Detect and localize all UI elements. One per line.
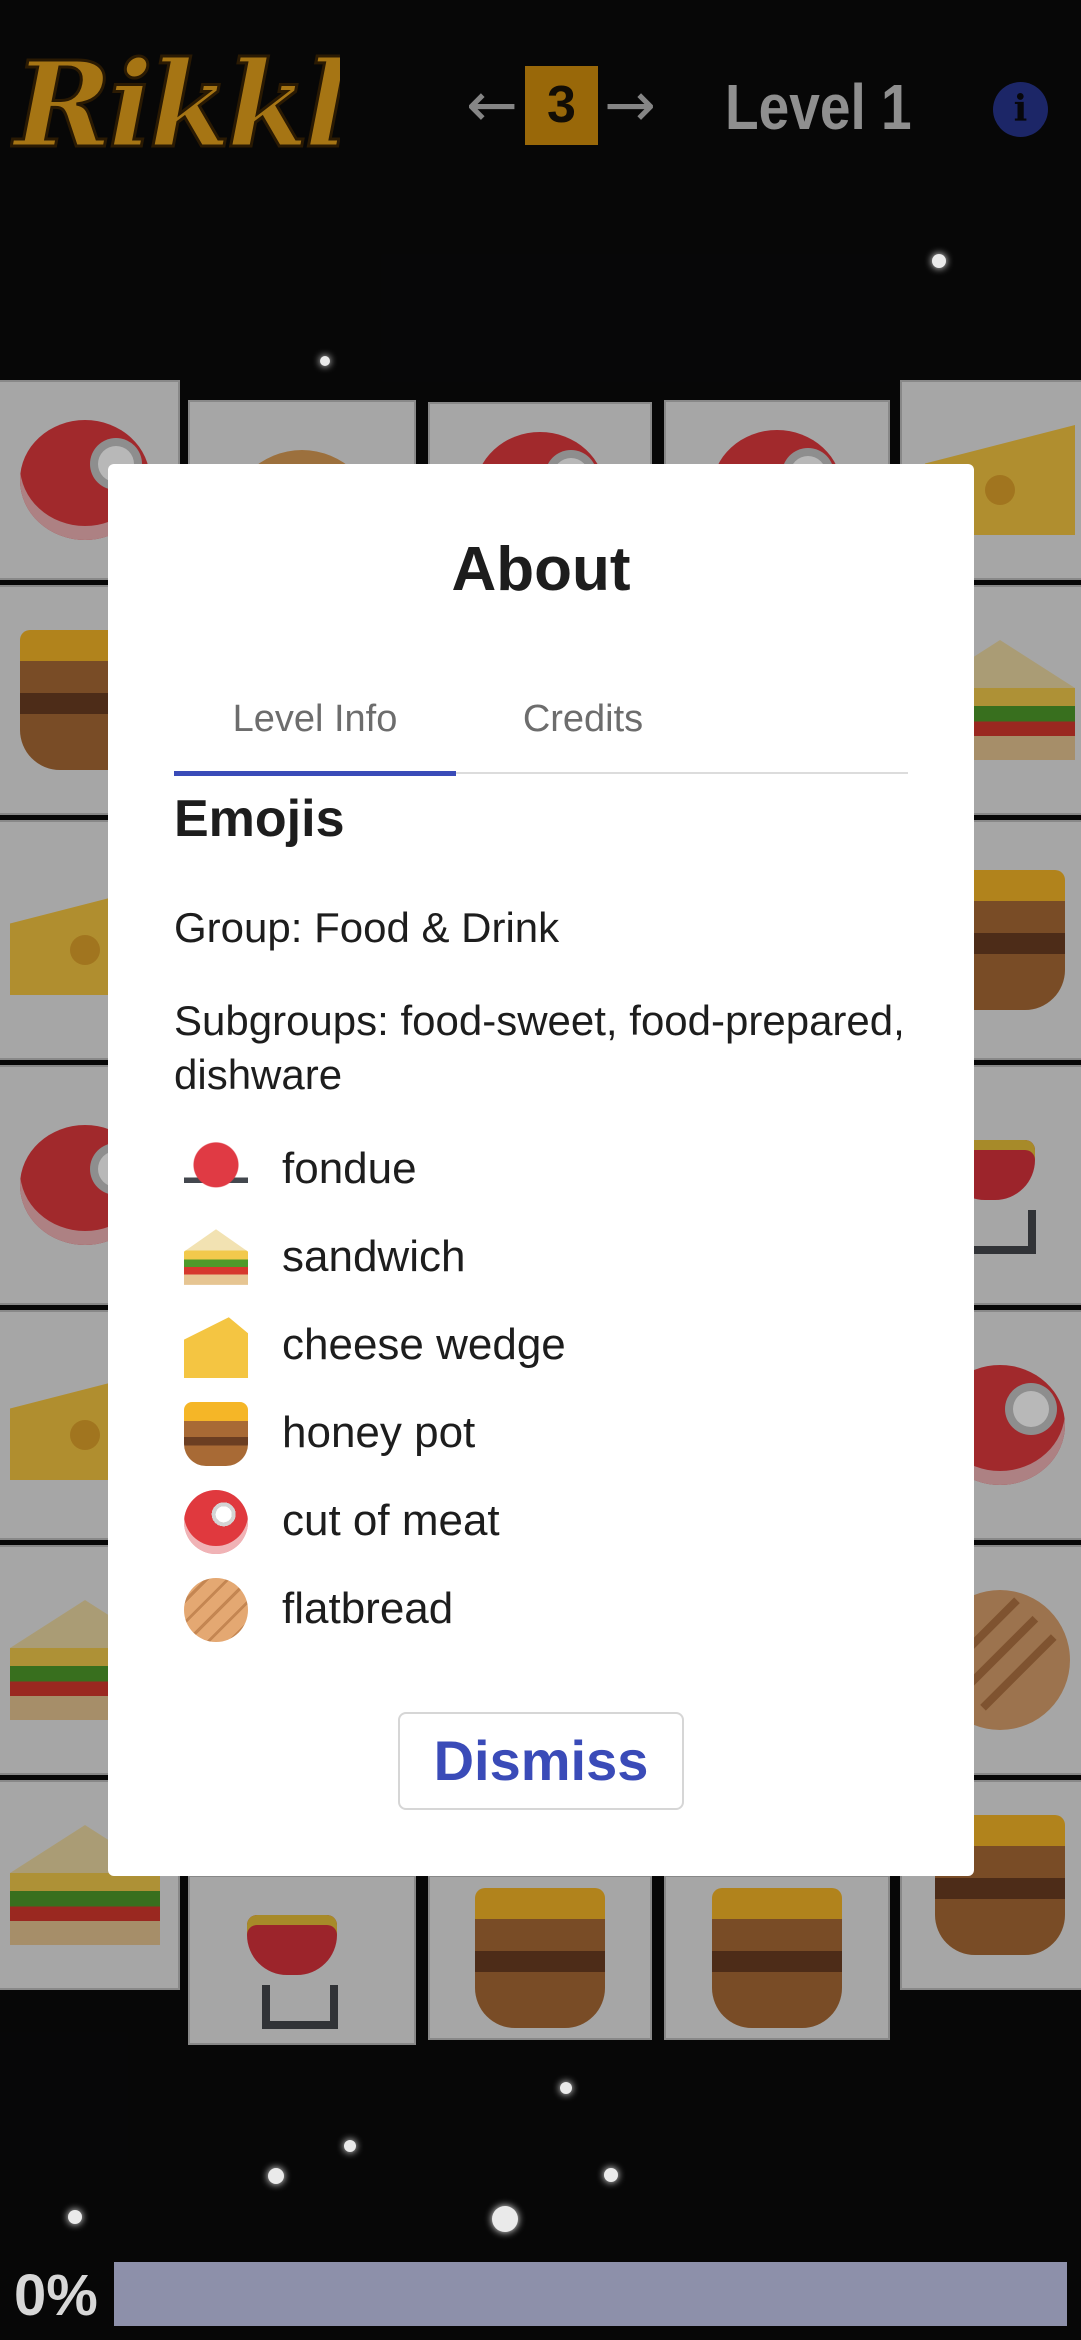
star-particle (344, 2140, 356, 2152)
star-particle (560, 2082, 572, 2094)
dialog-tabs: Level Info Credits (174, 664, 908, 776)
emoji-label: cut of meat (282, 1496, 500, 1545)
fondue-icon (184, 1138, 248, 1202)
star-particle (492, 2206, 518, 2232)
tab-level-info[interactable]: Level Info (174, 664, 456, 776)
tab-credits[interactable]: Credits (456, 664, 710, 774)
cheese-wedge-icon (184, 1317, 248, 1378)
star-particle (268, 2168, 284, 2184)
emoji-list-item: honey pot (174, 1388, 914, 1476)
flatbread-icon (184, 1578, 248, 1642)
progress-percent: 0% (14, 2263, 98, 2328)
dialog-title: About (451, 535, 631, 604)
star-particle (320, 356, 330, 366)
emoji-label: honey pot (282, 1408, 476, 1457)
progress-bar (114, 2262, 1067, 2326)
about-dialog: About Level Info Credits Emojis Group: F… (108, 464, 974, 1876)
emoji-list: fondue sandwich cheese wedge honey pot c… (174, 1124, 914, 1652)
honey-pot-icon (184, 1402, 248, 1466)
emoji-label: cheese wedge (282, 1320, 566, 1369)
star-particle (932, 254, 946, 268)
section-title: Emojis (174, 790, 345, 848)
emoji-list-item: sandwich (174, 1212, 914, 1300)
group-text: Group: Food & Drink (174, 904, 560, 951)
emoji-list-item: cut of meat (174, 1476, 914, 1564)
emoji-list-item: flatbread (174, 1564, 914, 1652)
star-particle (68, 2210, 82, 2224)
sandwich-icon (184, 1229, 248, 1285)
emoji-list-item: cheese wedge (174, 1300, 914, 1388)
emoji-label: fondue (282, 1144, 417, 1193)
emoji-list-item: fondue (174, 1124, 914, 1212)
star-particle (604, 2168, 618, 2182)
emoji-label: flatbread (282, 1584, 454, 1633)
emoji-label: sandwich (282, 1232, 466, 1281)
dismiss-button[interactable]: Dismiss (398, 1712, 684, 1810)
cut-of-meat-icon (184, 1490, 248, 1554)
subgroups-text: Subgroups: food-sweet, food-prepared, di… (174, 997, 905, 1098)
